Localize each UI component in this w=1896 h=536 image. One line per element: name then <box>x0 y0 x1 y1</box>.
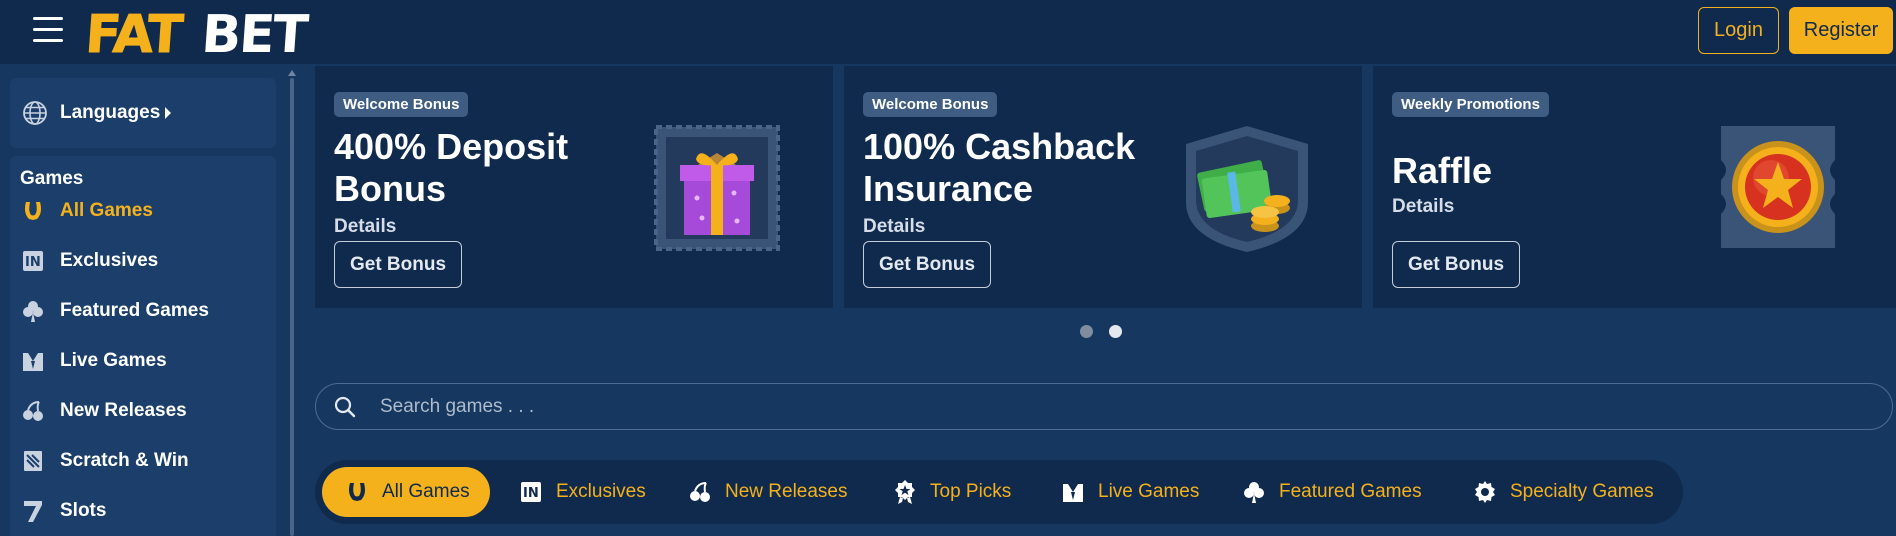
sidebar-item-all-games[interactable]: All Games <box>20 194 153 228</box>
dealer-icon <box>1060 479 1086 505</box>
languages-selector[interactable]: Languages <box>10 78 276 148</box>
promo-details-link[interactable]: Details <box>334 216 396 238</box>
promo-details-link[interactable]: Details <box>863 216 925 238</box>
tab-exclusives[interactable]: IN Exclusives <box>518 467 646 517</box>
sidebar-item-live-games[interactable]: Live Games <box>20 344 167 378</box>
carousel-dots <box>1080 325 1122 338</box>
tab-label: Specialty Games <box>1510 481 1654 502</box>
tab-live-games[interactable]: Live Games <box>1060 467 1199 517</box>
exclusives-icon: IN <box>518 479 544 505</box>
svg-text:FAT: FAT <box>86 5 185 62</box>
gift-box-icon <box>654 125 780 251</box>
tab-new-releases[interactable]: New Releases <box>687 467 848 517</box>
svg-text:BET: BET <box>200 5 311 62</box>
get-bonus-button[interactable]: Get Bonus <box>334 241 462 288</box>
sidebar-scrollbar[interactable] <box>288 70 296 536</box>
promo-title: Raffle <box>1392 150 1492 192</box>
scratch-card-icon <box>20 448 46 474</box>
promo-title-line: Bonus <box>334 168 446 209</box>
languages-label: Languages <box>60 102 161 123</box>
top-header: FAT BET Login Register <box>0 0 1896 64</box>
dealer-icon <box>20 348 46 374</box>
promo-title-line: Insurance <box>863 168 1034 209</box>
promo-card-cashback[interactable]: Welcome Bonus 100% Cashback Insurance De… <box>844 66 1362 308</box>
menu-icon[interactable] <box>33 17 63 43</box>
tab-featured-games[interactable]: Featured Games <box>1241 467 1422 517</box>
carousel-dot-active[interactable] <box>1109 325 1122 338</box>
get-bonus-button[interactable]: Get Bonus <box>1392 241 1520 288</box>
sidebar-item-label: Exclusives <box>60 250 159 271</box>
sidebar-item-scratch-win[interactable]: Scratch & Win <box>20 444 189 478</box>
sidebar-item-label: Scratch & Win <box>60 450 189 471</box>
tab-top-picks[interactable]: Top Picks <box>892 467 1011 517</box>
tab-all-games[interactable]: All Games <box>322 467 490 517</box>
sidebar-item-label: Live Games <box>60 350 167 371</box>
cash-coins-icon <box>1186 126 1308 252</box>
tab-label: New Releases <box>725 481 848 502</box>
fatbet-logo[interactable]: FAT BET <box>86 0 340 64</box>
clover-icon <box>1241 479 1267 505</box>
sidebar-item-label: New Releases <box>60 400 187 421</box>
award-icon <box>892 479 918 505</box>
svg-text:IN: IN <box>523 486 539 501</box>
cherry-icon <box>687 479 713 505</box>
globe-icon <box>23 101 47 125</box>
search-input[interactable] <box>380 395 1780 418</box>
caret-right-icon <box>165 107 172 119</box>
tab-label: Top Picks <box>930 481 1012 502</box>
games-nav: Games All Games IN Exclusives Featured G… <box>10 156 276 536</box>
sidebar-item-slots[interactable]: Slots <box>20 494 106 528</box>
cherry-icon <box>20 398 46 424</box>
exclusives-icon: IN <box>20 248 46 274</box>
scroll-up-icon[interactable] <box>288 70 296 76</box>
gear-icon <box>1472 479 1498 505</box>
promo-tag: Weekly Promotions <box>1392 92 1549 117</box>
promo-title: 400% Deposit Bonus <box>334 126 568 210</box>
promo-tag: Welcome Bonus <box>334 92 469 117</box>
logo-wordmark: FAT BET <box>86 4 312 62</box>
promo-tag: Welcome Bonus <box>863 92 998 117</box>
sidebar-item-exclusives[interactable]: IN Exclusives <box>20 244 158 278</box>
promo-card-deposit-bonus[interactable]: Welcome Bonus 400% Deposit Bonus Details… <box>315 66 833 308</box>
horseshoe-icon <box>344 479 370 505</box>
sidebar: Languages Games All Games IN Exclusives … <box>0 64 290 536</box>
category-tabs: All Games IN Exclusives New Releases Top… <box>315 460 1683 524</box>
promo-card-raffle[interactable]: Weekly Promotions Raffle Details Get Bon… <box>1373 66 1896 308</box>
tab-label: Live Games <box>1098 481 1200 502</box>
promo-title-line: 400% Deposit <box>334 126 569 167</box>
promo-details-link[interactable]: Details <box>1392 196 1454 218</box>
login-button[interactable]: Login <box>1698 7 1779 54</box>
seven-icon <box>20 498 46 524</box>
search-icon[interactable] <box>332 394 358 420</box>
horseshoe-icon <box>20 198 46 224</box>
scroll-track[interactable] <box>290 78 294 536</box>
star-coin-icon <box>1721 126 1835 248</box>
tab-label: Exclusives <box>556 481 646 502</box>
games-title: Games <box>20 168 84 189</box>
clover-icon <box>20 298 46 324</box>
tab-label: All Games <box>382 481 470 502</box>
svg-text:IN: IN <box>25 255 41 270</box>
tab-specialty-games[interactable]: Specialty Games <box>1472 467 1654 517</box>
sidebar-item-featured-games[interactable]: Featured Games <box>20 294 209 328</box>
promo-title-line: 100% Cashback <box>863 126 1136 167</box>
search-bar <box>315 383 1893 430</box>
sidebar-item-label: Slots <box>60 500 107 521</box>
register-button[interactable]: Register <box>1789 7 1893 54</box>
sidebar-item-label: Featured Games <box>60 300 209 321</box>
promo-title-line: Raffle <box>1392 150 1493 191</box>
promo-title: 100% Cashback Insurance <box>863 126 1135 210</box>
sidebar-item-label: All Games <box>60 200 153 221</box>
carousel-dot[interactable] <box>1080 325 1093 338</box>
sidebar-item-new-releases[interactable]: New Releases <box>20 394 187 428</box>
tab-label: Featured Games <box>1279 481 1422 502</box>
get-bonus-button[interactable]: Get Bonus <box>863 241 991 288</box>
